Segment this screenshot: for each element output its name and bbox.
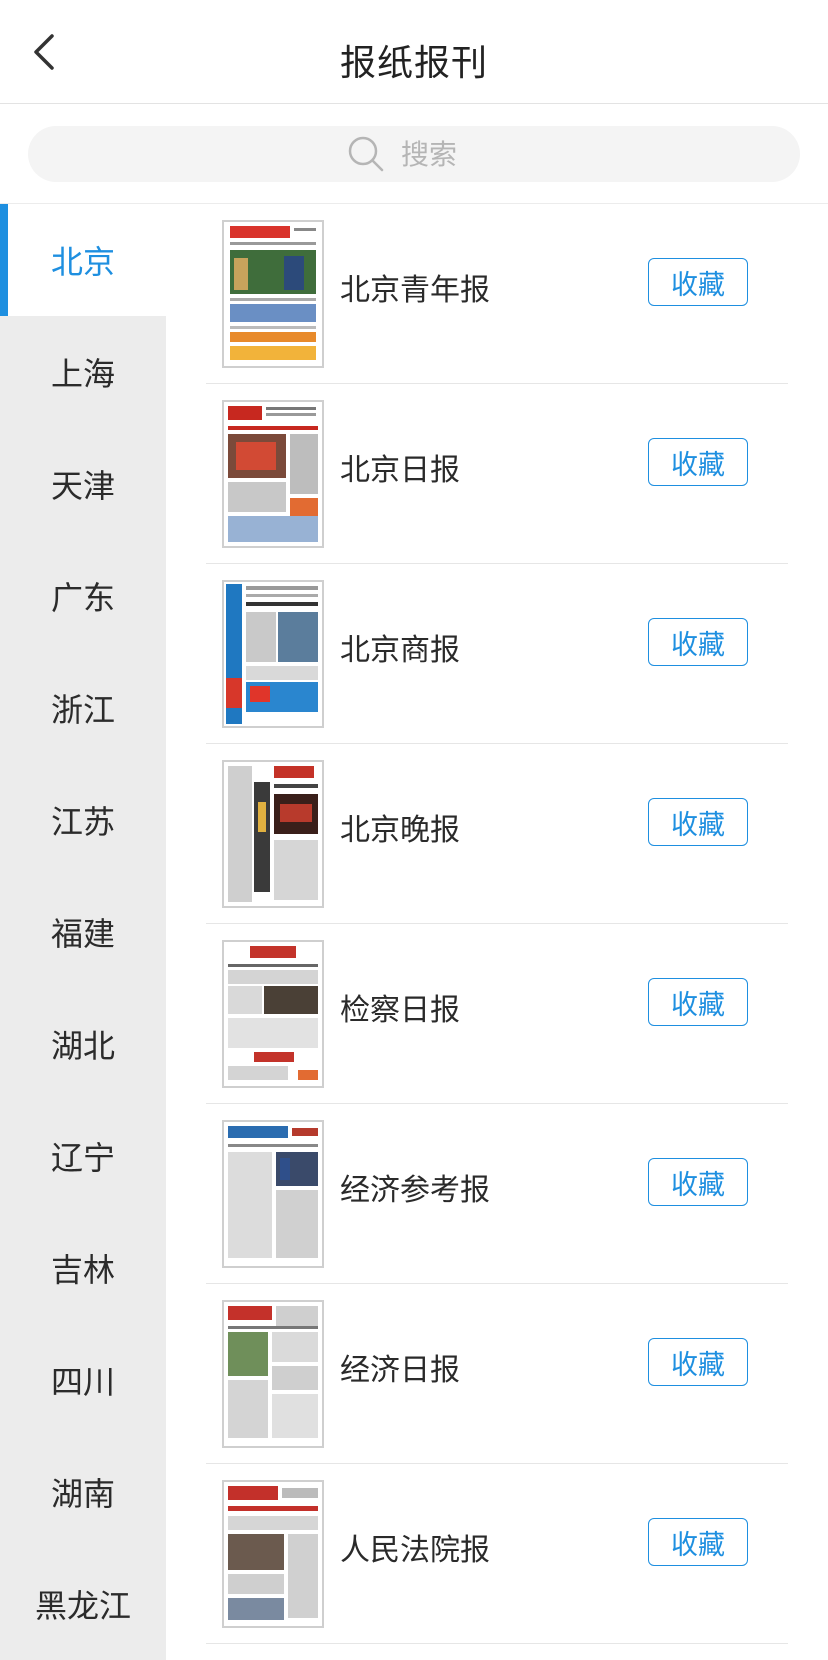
- search-box[interactable]: [28, 126, 800, 182]
- favorite-button[interactable]: 收藏: [648, 258, 748, 306]
- list-item[interactable]: 北京青年报 收藏: [206, 204, 788, 384]
- favorite-button[interactable]: 收藏: [648, 438, 748, 486]
- favorite-button[interactable]: 收藏: [648, 618, 748, 666]
- sidebar-item-jilin[interactable]: 吉林: [0, 1212, 166, 1324]
- favorite-button[interactable]: 收藏: [648, 978, 748, 1026]
- sidebar-item-guangdong[interactable]: 广东: [0, 540, 166, 652]
- region-sidebar: 北京 上海 天津 广东 浙江 江苏 福建 湖北 辽宁 吉林 四川 湖南 黑龙江: [0, 204, 166, 1660]
- newspaper-name: 经济参考报: [340, 1173, 490, 1208]
- search-input[interactable]: [401, 137, 481, 171]
- newspaper-list: 北京青年报 收藏 北京日报 收藏 北京商报 收藏 北京晚报 收藏 检察日报 收藏…: [206, 204, 788, 1644]
- newspaper-thumbnail[interactable]: [222, 940, 324, 1088]
- newspaper-name: 北京日报: [340, 453, 460, 488]
- favorite-button[interactable]: 收藏: [648, 1338, 748, 1386]
- newspaper-thumbnail[interactable]: [222, 1480, 324, 1628]
- page-title: 报纸报刊: [339, 43, 488, 84]
- newspaper-thumbnail[interactable]: [222, 580, 324, 728]
- newspaper-thumbnail[interactable]: [222, 1300, 324, 1448]
- favorite-button[interactable]: 收藏: [648, 798, 748, 846]
- header: 报纸报刊: [0, 0, 828, 104]
- newspaper-name: 检察日报: [340, 993, 460, 1028]
- search-icon: [348, 136, 384, 172]
- list-item[interactable]: 经济参考报 收藏: [206, 1104, 788, 1284]
- sidebar-item-tianjin[interactable]: 天津: [0, 428, 166, 540]
- newspaper-thumbnail[interactable]: [222, 1120, 324, 1268]
- newspaper-name: 人民法院报: [340, 1533, 490, 1568]
- newspaper-name: 北京晚报: [340, 813, 460, 848]
- sidebar-item-liaoning[interactable]: 辽宁: [0, 1100, 166, 1212]
- sidebar-item-fujian[interactable]: 福建: [0, 876, 166, 988]
- newspaper-thumbnail[interactable]: [222, 760, 324, 908]
- newspaper-thumbnail[interactable]: [222, 220, 324, 368]
- sidebar-item-sichuan[interactable]: 四川: [0, 1324, 166, 1436]
- sidebar-item-jiangsu[interactable]: 江苏: [0, 764, 166, 876]
- newspaper-name: 经济日报: [340, 1353, 460, 1388]
- sidebar-item-hubei[interactable]: 湖北: [0, 988, 166, 1100]
- list-item[interactable]: 经济日报 收藏: [206, 1284, 788, 1464]
- favorite-button[interactable]: 收藏: [648, 1158, 748, 1206]
- list-item[interactable]: 北京日报 收藏: [206, 384, 788, 564]
- favorite-button[interactable]: 收藏: [648, 1518, 748, 1566]
- list-item[interactable]: 北京商报 收藏: [206, 564, 788, 744]
- list-item[interactable]: 北京晚报 收藏: [206, 744, 788, 924]
- sidebar-item-beijing[interactable]: 北京: [0, 204, 166, 316]
- newspaper-name: 北京青年报: [340, 273, 490, 308]
- sidebar-item-shanghai[interactable]: 上海: [0, 316, 166, 428]
- list-item[interactable]: 检察日报 收藏: [206, 924, 788, 1104]
- sidebar-item-hunan[interactable]: 湖南: [0, 1436, 166, 1548]
- sidebar-item-heilongjiang[interactable]: 黑龙江: [0, 1548, 166, 1660]
- list-item[interactable]: 人民法院报 收藏: [206, 1464, 788, 1644]
- newspaper-thumbnail[interactable]: [222, 400, 324, 548]
- search-bar: [0, 104, 828, 204]
- newspaper-name: 北京商报: [340, 633, 460, 668]
- sidebar-item-zhejiang[interactable]: 浙江: [0, 652, 166, 764]
